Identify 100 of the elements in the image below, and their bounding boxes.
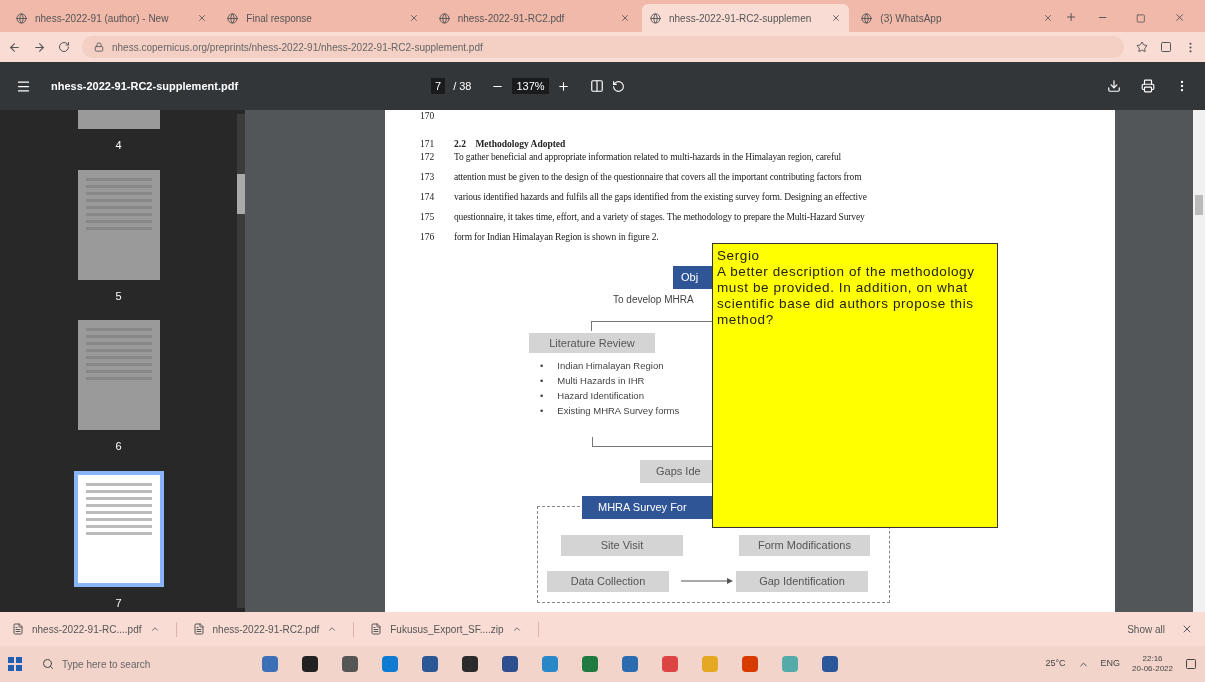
- paragraph-line: To gather beneficial and appropriate information related to multi-hazards in the Himalayan region, careful: [454, 151, 842, 164]
- taskbar-app-icon[interactable]: [302, 656, 318, 672]
- browser-tab[interactable]: nhess-2022-91-RC2.pdf: [430, 4, 638, 32]
- bullet-item: Existing MHRA Survey forms: [557, 404, 680, 417]
- line-number: 175: [420, 211, 436, 224]
- show-all-button[interactable]: Show all: [1127, 621, 1165, 637]
- close-icon[interactable]: [1181, 623, 1193, 635]
- caret-icon[interactable]: [511, 624, 522, 634]
- bullet-item: Hazard Identification: [557, 389, 644, 402]
- scrollbar[interactable]: [1193, 110, 1205, 612]
- tab-title: nhess-2022-91 (author) - New: [35, 11, 170, 26]
- flowchart-node: Literature Review: [529, 333, 655, 353]
- line-number: 174: [420, 191, 436, 204]
- comment-author: Sergio: [717, 248, 761, 264]
- taskbar-app-icon[interactable]: [422, 656, 438, 672]
- page-count: / 38: [453, 78, 472, 94]
- page-number: 4: [115, 138, 122, 153]
- browser-tab[interactable]: Final response: [219, 4, 427, 32]
- page-thumbnail[interactable]: [77, 320, 160, 430]
- zoom-field[interactable]: 137%: [512, 77, 549, 95]
- page-thumbnail[interactable]: [73, 470, 164, 587]
- flowchart-node: Form Modifications: [739, 535, 870, 556]
- bookmark-icon[interactable]: [1136, 41, 1148, 53]
- file-icon: [192, 623, 205, 635]
- comment-popup[interactable]: Sergio A better description of the methodology must be provided. In addition, on what scientific base did authors propose this method?: [712, 243, 998, 528]
- caret-icon[interactable]: [327, 624, 338, 634]
- close-icon[interactable]: [1042, 13, 1053, 23]
- close-icon[interactable]: [408, 13, 419, 23]
- line-number: 170: [420, 110, 436, 123]
- weather-text: 25°C: [1045, 657, 1066, 671]
- bullet-marker: •: [540, 359, 544, 372]
- scrollbar[interactable]: [237, 114, 245, 608]
- close-icon[interactable]: [1173, 11, 1185, 24]
- taskbar-app-icon[interactable]: [462, 656, 478, 672]
- rotate-icon[interactable]: [611, 79, 625, 93]
- fit-page-icon[interactable]: [589, 79, 604, 93]
- line-number: 173: [420, 171, 436, 184]
- tab-title: nhess-2022-91-RC2.pdf: [457, 11, 566, 26]
- caret-icon[interactable]: [149, 624, 160, 634]
- flowchart-node: Data Collection: [547, 571, 669, 592]
- section-heading: 2.2 Methodology Adopted: [454, 138, 566, 151]
- tab-title: nhess-2022-91-RC2-supplemen: [669, 11, 813, 26]
- bullet-item: Indian Himalayan Region: [557, 359, 664, 372]
- close-icon[interactable]: [197, 13, 208, 23]
- page-thumbnail[interactable]: [77, 169, 160, 280]
- download-icon[interactable]: [1107, 79, 1121, 93]
- lock-icon[interactable]: [94, 42, 104, 52]
- download-item[interactable]: Fukusus_Export_SF....zip: [370, 621, 539, 637]
- start-icon[interactable]: [8, 657, 22, 671]
- arrow: [681, 577, 733, 585]
- back-icon[interactable]: [8, 40, 21, 54]
- line-number: 176: [420, 231, 436, 244]
- download-item[interactable]: nhess-2022-91-RC2.pdf: [192, 621, 355, 637]
- close-icon[interactable]: [831, 13, 842, 23]
- print-icon[interactable]: [1141, 79, 1155, 93]
- site-icon: [16, 12, 27, 24]
- line-number: 171: [420, 138, 436, 151]
- new-tab-icon[interactable]: [1064, 10, 1077, 24]
- paragraph-line: questionnaire, it takes time, effort, and a variety of stages. The methodology to prepare the Multi-Hazard Survey: [454, 211, 865, 224]
- paragraph-line: various identified hazards and fulfils all the gaps identified from the existing survey form. Designing an effective: [454, 191, 867, 204]
- language-text: ENG: [1100, 657, 1121, 671]
- file-icon: [370, 623, 383, 635]
- site-icon: [438, 12, 450, 24]
- download-item[interactable]: nhess-2022-91-RC....pdf: [12, 621, 177, 637]
- tab-title: Final response: [246, 11, 313, 26]
- menu-icon[interactable]: [16, 78, 31, 94]
- forward-icon[interactable]: [33, 40, 46, 54]
- flowchart-node: Site Visit: [561, 535, 683, 556]
- site-icon: [227, 12, 239, 24]
- taskbar-app-icon[interactable]: [822, 656, 838, 672]
- reload-icon[interactable]: [58, 41, 70, 53]
- taskbar-app-icon[interactable]: [502, 656, 518, 672]
- address-field[interactable]: nhess.copernicus.org/preprints/nhess-2022-91/nhess-2022-91-RC2-supplement.pdf: [82, 36, 1124, 58]
- clock-date: 20-06-2022: [1132, 664, 1173, 674]
- notification-icon[interactable]: [1185, 658, 1197, 670]
- site-icon: [650, 12, 661, 24]
- flowchart-label: To develop MHRA: [613, 293, 694, 306]
- maximize-icon[interactable]: [1136, 13, 1146, 24]
- bullet-marker: •: [540, 374, 544, 387]
- page-field[interactable]: 7: [431, 77, 446, 95]
- browser-tab[interactable]: (3) WhatsApp: [853, 4, 1061, 32]
- browser-tab[interactable]: nhess-2022-91-RC2-supplemen: [642, 4, 850, 32]
- browser-tab[interactable]: nhess-2022-91 (author) - New: [8, 4, 216, 32]
- site-icon: [861, 12, 873, 24]
- paragraph-line: form for Indian Himalayan Region is shown in figure 2.: [454, 231, 659, 244]
- bullet-marker: •: [540, 404, 544, 417]
- bullet-marker: •: [540, 389, 544, 402]
- paragraph-line: attention must be given to the design of the questionnaire that covers all the important contributing factors from: [454, 171, 862, 184]
- file-name: nhess-2022-91-RC2-supplement.pdf: [51, 78, 240, 94]
- search-field[interactable]: Type here to search: [34, 650, 244, 678]
- page-number: 7: [115, 595, 122, 611]
- taskbar-app-icon[interactable]: [342, 656, 358, 672]
- page-number: 5: [115, 288, 122, 304]
- line-number: 172: [420, 151, 436, 164]
- close-icon[interactable]: [620, 13, 630, 23]
- zoom-in-icon[interactable]: [556, 79, 570, 93]
- extension-icon[interactable]: [1160, 41, 1172, 53]
- file-icon: [12, 623, 24, 635]
- bullet-item: Multi Hazards in IHR: [557, 374, 645, 387]
- search-icon: [42, 658, 54, 670]
